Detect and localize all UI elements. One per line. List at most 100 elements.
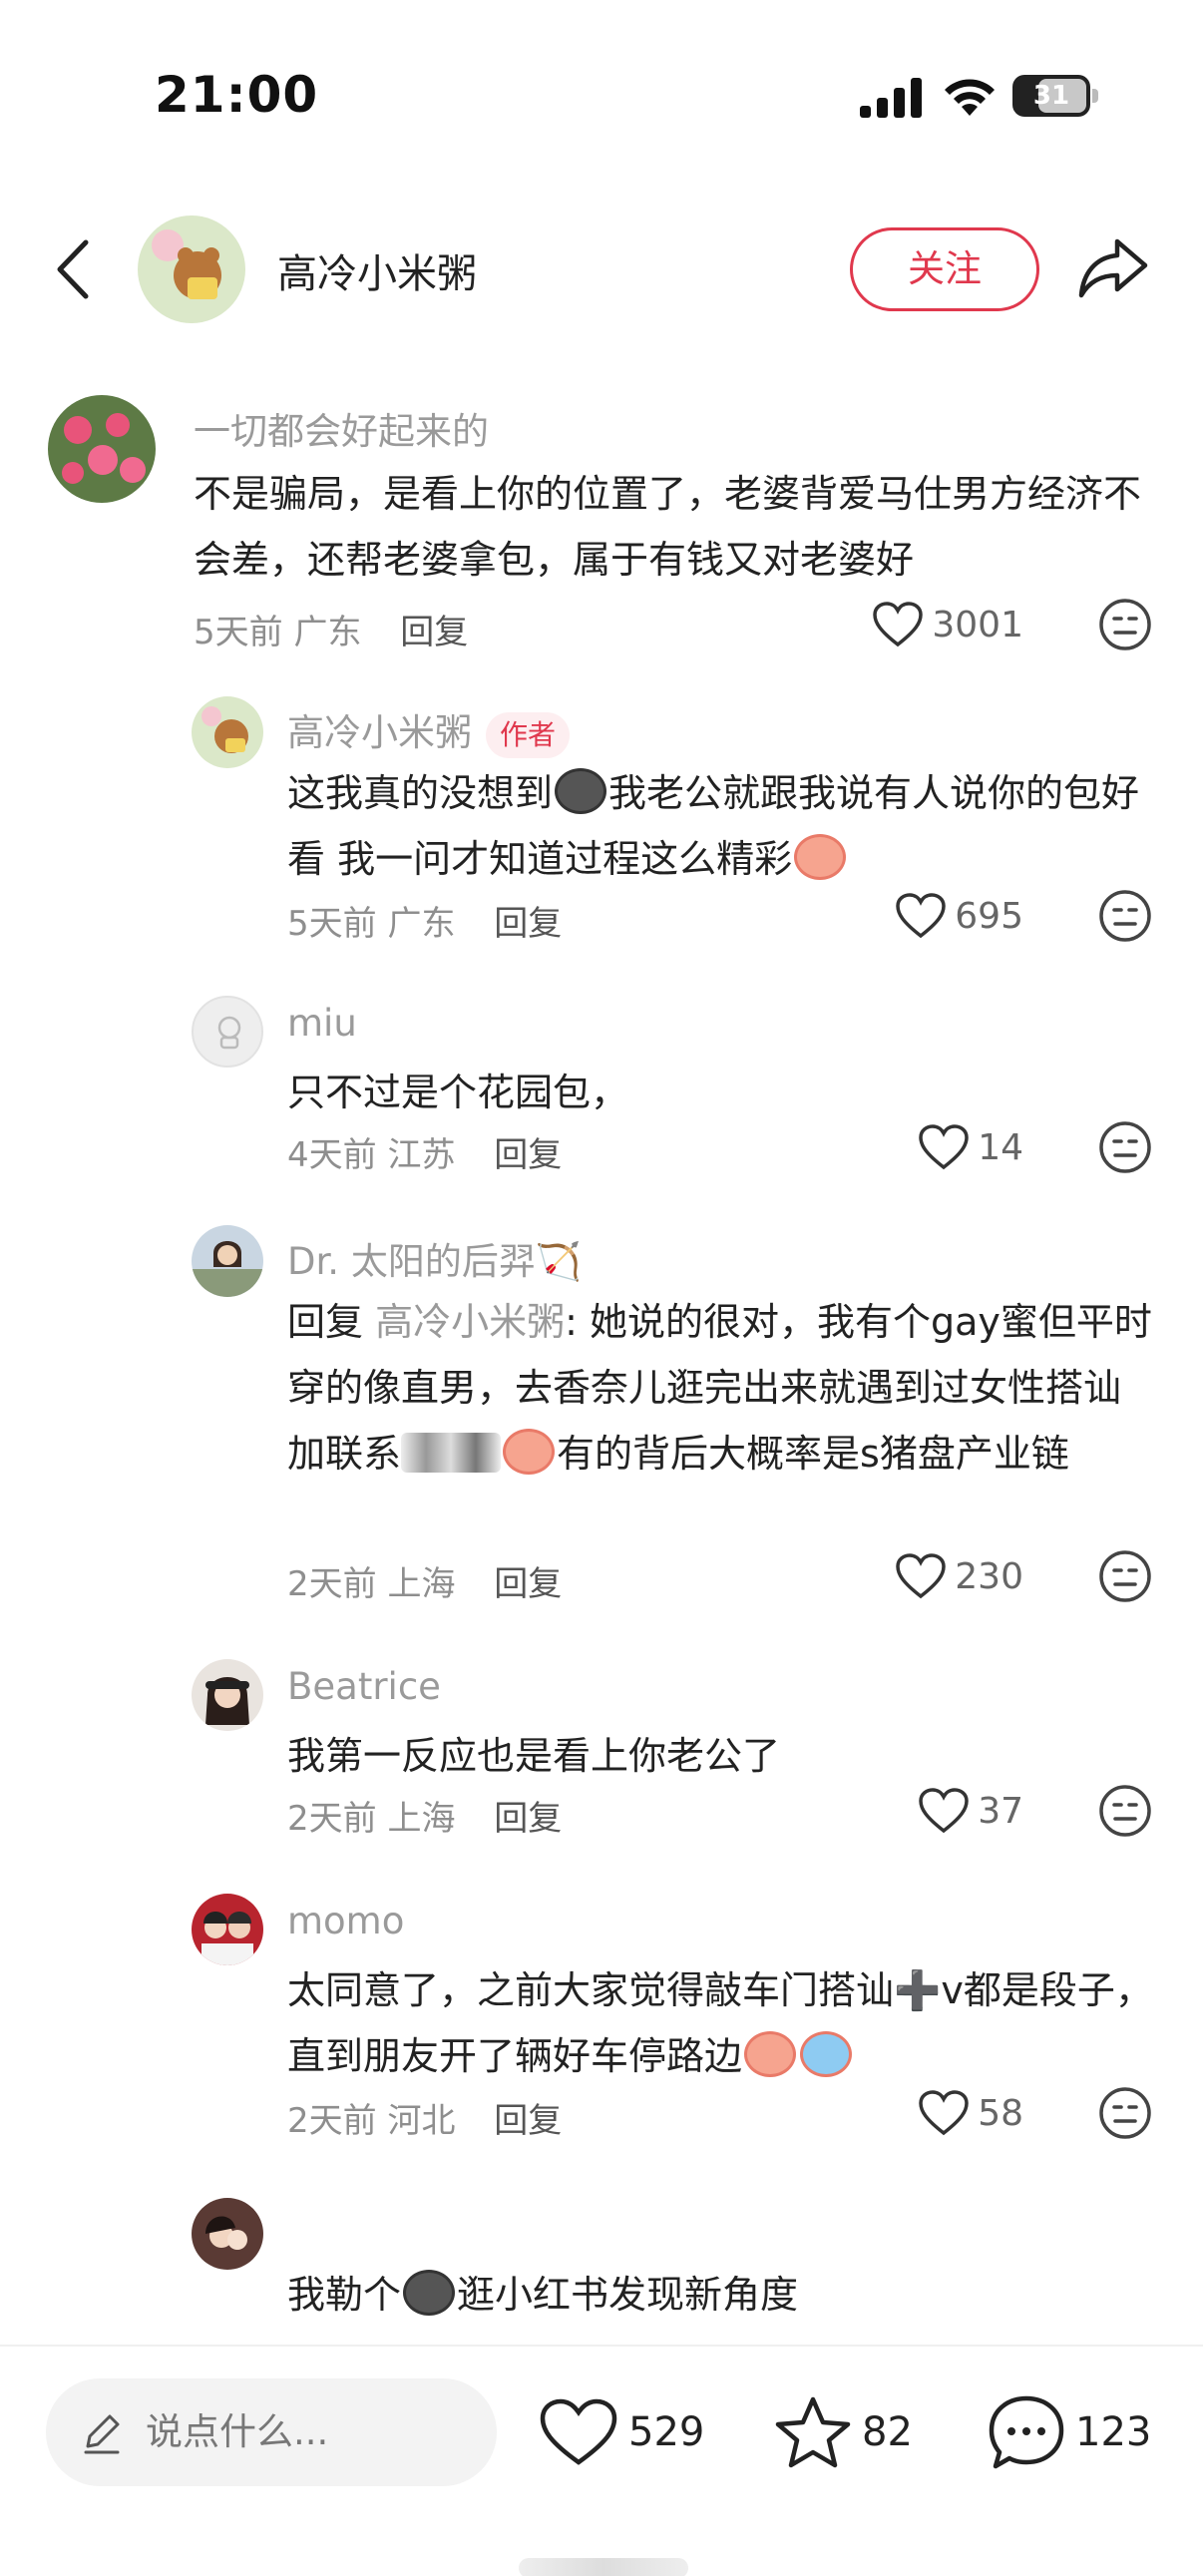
like-count: 230: [955, 1555, 1023, 1597]
reply-button[interactable]: 回复: [494, 1799, 562, 1839]
comment-list: 一切都会好起来的 不是骗局，是看上你的位置了，老婆背爱马仕男方经济不会差，还帮老…: [0, 379, 1203, 2345]
comment-meta: 5天前 广东 回复: [194, 605, 468, 653]
like-count: 37: [978, 1790, 1023, 1832]
heart-icon: [919, 1788, 969, 1834]
pen-icon: [84, 2414, 120, 2454]
comment-username[interactable]: 一切都会好起来的: [194, 401, 489, 455]
comment-text: 太同意了，之前大家觉得敲车门搭讪➕v都是段子，直到朋友开了辆好车停路边: [287, 1957, 1155, 2089]
comment-location: 江苏: [387, 1135, 456, 1175]
avatar[interactable]: [192, 2198, 263, 2270]
reply-prefix: 回复: [287, 1300, 376, 1344]
heart-icon: [873, 602, 924, 647]
follow-button[interactable]: 关注: [850, 227, 1039, 311]
avatar[interactable]: [192, 996, 263, 1068]
comment-text-part: 逛小红书发现新角度: [457, 2273, 799, 2317]
battery-icon: 31: [1012, 75, 1098, 117]
like-button[interactable]: 695: [895, 888, 1023, 944]
dislike-face-icon[interactable]: [1097, 2085, 1153, 2141]
comment-time: 5天前: [194, 613, 283, 652]
like-count: 3001: [932, 604, 1023, 645]
comment-reply-item: Beatrice 我第一反应也是看上你老公了 2天前 上海 回复 37: [0, 1651, 1203, 1871]
author-badge: 作者: [486, 711, 571, 758]
crying-emoji-icon: [503, 1429, 556, 1475]
comment-location: 上海: [387, 1799, 456, 1839]
comment-reply-item: momo 太同意了，之前大家觉得敲车门搭讪➕v都是段子，直到朋友开了辆好车停路边…: [0, 1886, 1203, 2175]
comment-time: 4天前: [287, 1135, 377, 1175]
comment-location: 上海: [387, 1564, 456, 1604]
comment-meta: 2天前 河北 回复: [287, 2093, 562, 2142]
crying-emoji-icon: [800, 2031, 853, 2077]
like-button[interactable]: 3001: [872, 597, 1023, 652]
comment-username[interactable]: 高冷小米粥: [287, 711, 472, 754]
reply-button[interactable]: 回复: [494, 1135, 562, 1175]
post-like-count: 529: [628, 2409, 705, 2455]
star-icon: [775, 2396, 851, 2468]
comment-input[interactable]: 说点什么...: [46, 2378, 497, 2486]
dislike-face-icon[interactable]: [1097, 1119, 1153, 1175]
comment-username[interactable]: momo: [287, 1900, 404, 1942]
comment-text-part: 我勒个: [287, 2273, 402, 2317]
avatar[interactable]: [48, 395, 156, 503]
comment-text-part: 太同意了，之前大家觉得敲车门搭讪: [287, 1968, 895, 2012]
comment-text: 我勒个 逛小红书发现新角度: [287, 2262, 1155, 2328]
heart-icon: [540, 2398, 617, 2465]
share-icon[interactable]: [1077, 235, 1149, 301]
comment-username[interactable]: Beatrice: [287, 1665, 441, 1708]
avatar[interactable]: [192, 1659, 263, 1731]
heart-icon: [896, 1553, 947, 1599]
like-count: 14: [978, 1126, 1023, 1168]
dislike-face-icon[interactable]: [1097, 1548, 1153, 1604]
avatar[interactable]: [192, 696, 263, 768]
comment-username[interactable]: Dr. 太阳的后羿🏹: [287, 1231, 582, 1285]
bottom-action-bar: 说点什么... 529 82 123: [0, 2345, 1203, 2576]
like-count: 58: [978, 2092, 1023, 2134]
reply-to-username[interactable]: 高冷小米粥: [375, 1300, 565, 1344]
header: 高冷小米粥 关注: [0, 200, 1203, 339]
back-icon[interactable]: [50, 234, 98, 304]
author-avatar[interactable]: [138, 215, 245, 323]
comment-reply-item: Dr. 太阳的后羿🏹 回复 高冷小米粥: 她说的很对，我有个gay蜜但平时穿的像…: [0, 1217, 1203, 1636]
comment-username[interactable]: miu: [287, 1002, 357, 1045]
cellular-signal-icon: [860, 78, 922, 118]
like-button[interactable]: 230: [895, 1548, 1023, 1604]
dislike-face-icon[interactable]: [1097, 1783, 1153, 1839]
comment-count: 123: [1075, 2409, 1152, 2455]
avatar[interactable]: [192, 1225, 263, 1297]
like-button[interactable]: 58: [918, 2085, 1023, 2141]
comment-text: 回复 高冷小米粥: 她说的很对，我有个gay蜜但平时穿的像直男，去香奈儿逛完出来…: [287, 1289, 1155, 1487]
like-count: 695: [955, 895, 1023, 937]
dislike-face-icon[interactable]: [1097, 888, 1153, 944]
comment-meta: 4天前 江苏 回复: [287, 1127, 562, 1176]
comment-location: 广东: [387, 904, 456, 944]
comment-location: 广东: [293, 613, 362, 652]
watermark: [519, 2558, 688, 2576]
reply-button[interactable]: 回复: [400, 613, 468, 652]
comment-meta: 5天前 广东 回复: [287, 896, 562, 945]
comment-text: 我第一反应也是看上你老公了: [287, 1734, 781, 1778]
blurred-emoji: [401, 1433, 502, 1473]
heart-icon: [919, 2090, 969, 2136]
comment-time: 2天前: [287, 1799, 377, 1839]
comment-item: 一切都会好起来的 不是骗局，是看上你的位置了，老婆背爱马仕男方经济不会差，还帮老…: [0, 379, 1203, 678]
comment-text: 不是骗局，是看上你的位置了，老婆背爱马仕男方经济不会差，还帮老婆拿包，属于有钱又…: [194, 472, 1142, 582]
like-button[interactable]: 14: [918, 1119, 1023, 1175]
favorite-button[interactable]: 82: [774, 2390, 913, 2474]
comment-reply-item: 高冷小米粥 作者 这我真的没想到 我老公就跟我说有人说你的包好看 我一问才知道过程这…: [0, 688, 1203, 978]
comment-text-part: 这我真的没想到: [287, 771, 554, 815]
reply-button[interactable]: 回复: [494, 2101, 562, 2141]
status-bar: 21:00 31: [0, 0, 1203, 190]
author-name[interactable]: 高冷小米粥: [277, 241, 477, 299]
post-like-button[interactable]: 529: [539, 2390, 704, 2474]
heart-icon: [896, 893, 947, 939]
comment-time: 2天前: [287, 2101, 377, 2141]
like-button[interactable]: 37: [918, 1783, 1023, 1839]
comment-button[interactable]: 123: [988, 2390, 1151, 2474]
comment-time: 5天前: [287, 904, 377, 944]
cat-emoji-icon: [555, 768, 607, 814]
reply-button[interactable]: 回复: [494, 1564, 562, 1604]
wifi-icon: [945, 79, 995, 116]
avatar[interactable]: [192, 1894, 263, 1965]
comment-time: 2天前: [287, 1564, 377, 1604]
dislike-face-icon[interactable]: [1097, 597, 1153, 652]
reply-button[interactable]: 回复: [494, 904, 562, 944]
